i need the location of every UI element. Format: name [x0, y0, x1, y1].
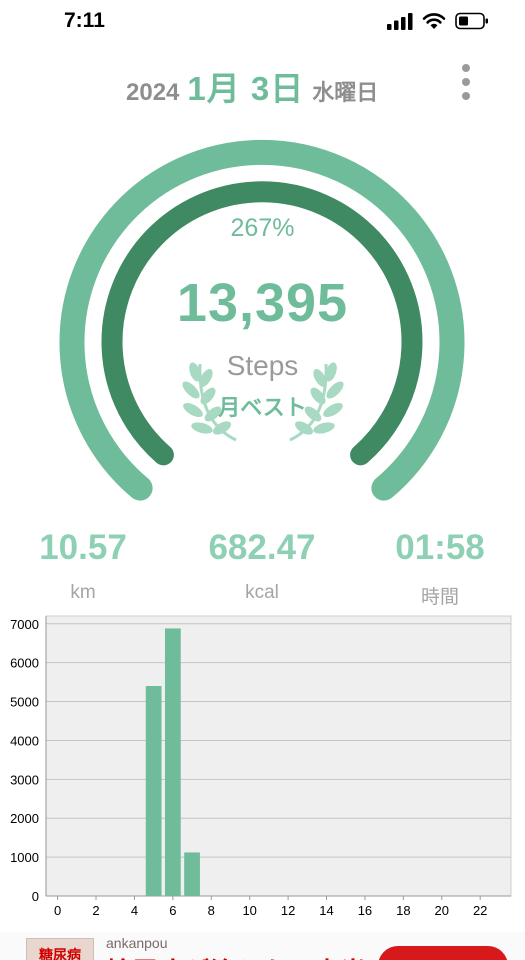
calories-stat: 682.47 kcal: [182, 528, 342, 604]
chart-x-tick-label: 0: [54, 903, 61, 918]
chart-y-tick-label: 7000: [10, 617, 39, 632]
calories-unit: kcal: [245, 582, 279, 603]
chart-y-tick-label: 4000: [10, 733, 39, 748]
chart-bar: [145, 686, 162, 896]
chart-x-tick-label: 4: [131, 903, 138, 918]
duration-value: 01:58: [395, 528, 485, 567]
chart-bar: [184, 852, 200, 896]
ad-cta-button[interactable]: [378, 946, 508, 960]
chart-x-tick-label: 16: [358, 903, 372, 918]
chart-x-tick-label: 22: [473, 903, 487, 918]
chart-x-tick-label: 8: [208, 903, 215, 918]
monthly-best-badge: 月ベスト: [218, 395, 307, 420]
distance-unit: km: [70, 582, 96, 603]
calories-value: 682.47: [208, 528, 316, 567]
ad-source: ankanpou: [106, 935, 168, 951]
chart-bar: [164, 628, 181, 896]
chart-y-tick-label: 6000: [10, 656, 39, 671]
chart-x-tick-label: 14: [319, 903, 333, 918]
chart-y-tick-label: 0: [32, 889, 39, 904]
chart-x-tick-label: 12: [281, 903, 295, 918]
chart-x-tick-label: 10: [242, 903, 256, 918]
chart-y-tick-label: 5000: [10, 695, 39, 710]
chart-plot-area: [45, 615, 512, 897]
chart-x-tick-label: 20: [435, 903, 449, 918]
duration-unit: 時間: [420, 587, 459, 608]
chart-x-tick-label: 18: [396, 903, 410, 918]
goal-percent: 267%: [230, 214, 295, 242]
ad-thumbnail: 糖尿病: [26, 938, 94, 960]
ad-banner[interactable]: 糖尿病 ankanpou 糖尿病が治らない本当: [0, 932, 525, 960]
distance-value: 10.57: [39, 528, 127, 567]
steps-progress-gauge: [59, 139, 465, 501]
steps-label: Steps: [226, 350, 299, 381]
chart-x-tick-label: 6: [169, 903, 176, 918]
distance-stat: 10.57 km: [3, 528, 163, 604]
chart-y-tick-label: 3000: [10, 772, 39, 787]
hourly-steps-chart: 0 1000 2000 3000 4000 5000 6000 7000 0 2 4 6 8 10 12 14…: [10, 615, 512, 918]
duration-stat: 01:58 時間: [360, 528, 520, 609]
steps-count: 13,395: [176, 273, 349, 333]
chart-y-tick-label: 2000: [10, 811, 39, 826]
ad-headline: 糖尿病が治らない本当: [106, 952, 366, 960]
ad-thumbnail-text: 糖尿病: [39, 947, 81, 960]
chart-y-tick-label: 1000: [10, 850, 39, 865]
chart-x-tick-label: 2: [92, 903, 99, 918]
